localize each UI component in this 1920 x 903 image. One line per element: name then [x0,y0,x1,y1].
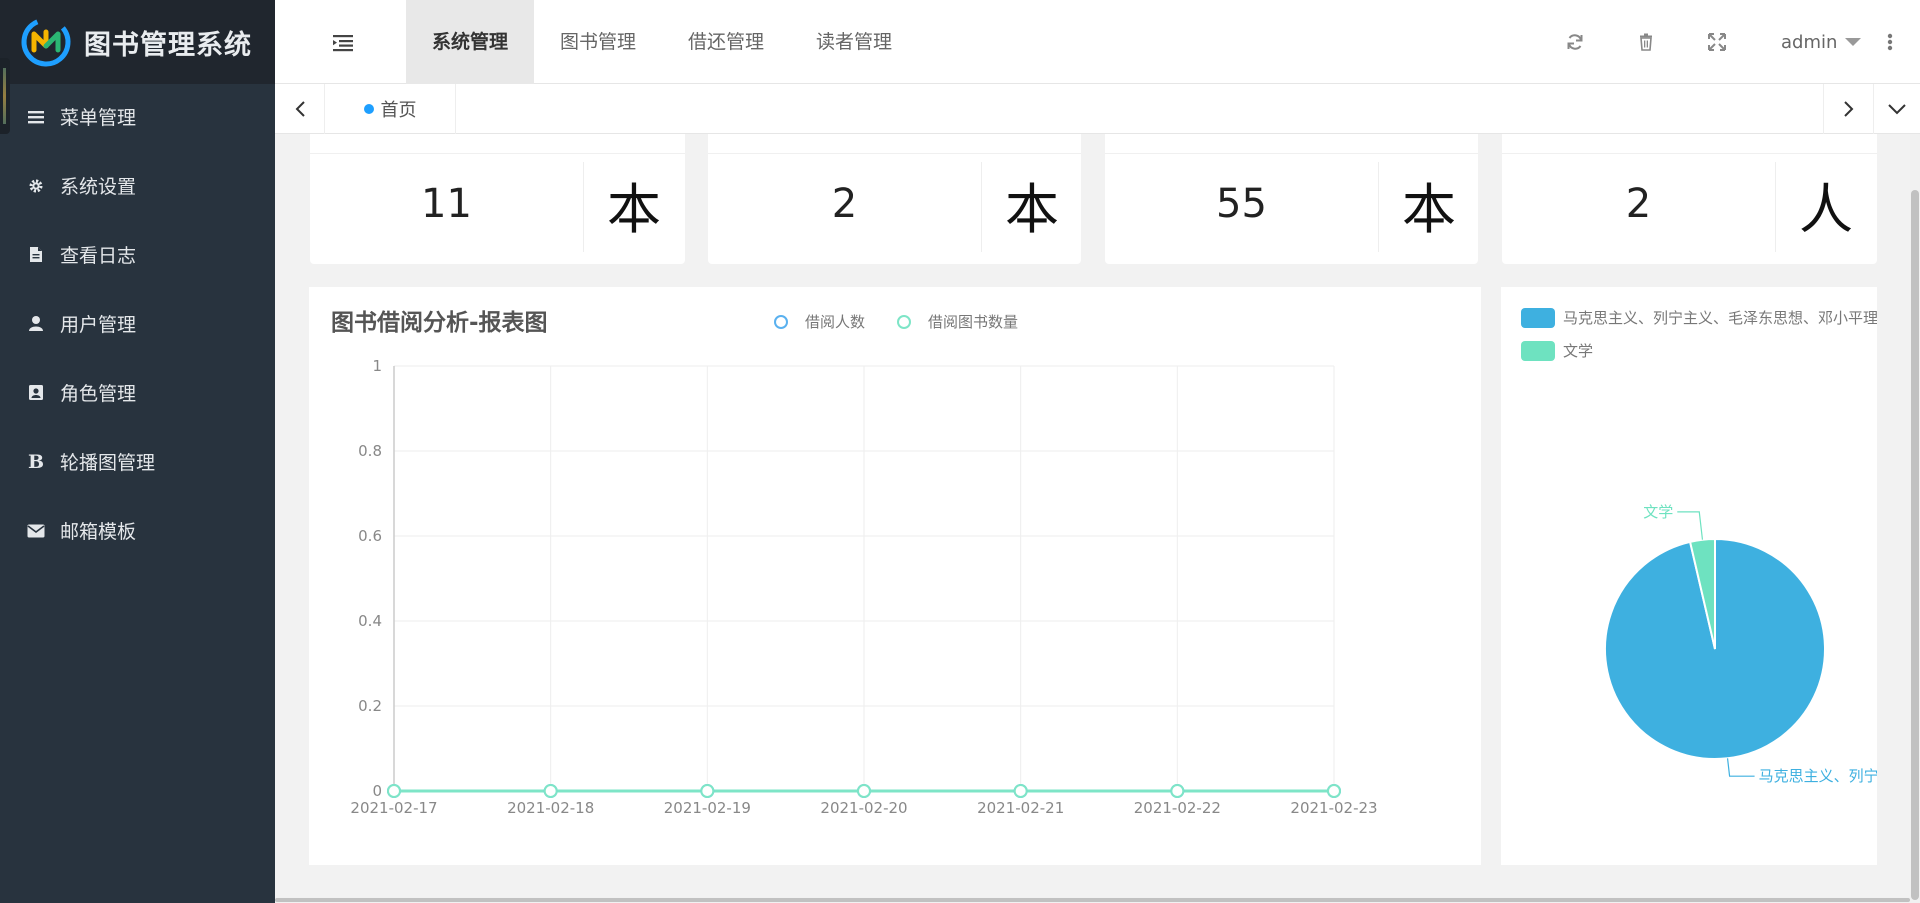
username: admin [1781,31,1838,53]
main-content: 11 本 2 本 55 本 2 人 图书借阅分析-报表图 借阅人数 借阅图书数量… [275,134,1920,903]
stat-card: 55 本 [1105,134,1478,264]
tab-scroll-left-button[interactable] [275,84,325,134]
stat-value: 2 [831,181,858,227]
sidebar: 图书管理系统 菜单管理 系统设置 查看日志 用户管理 角色管理 B 轮播图管理 … [0,0,275,903]
scrollbar-thumb[interactable] [275,898,1910,902]
stat-unit: 人 [1799,177,1853,241]
user-icon [26,314,46,334]
sidebar-item-label: 菜单管理 [60,107,137,129]
chevron-down-icon [1845,38,1862,46]
page-tab-bar: 首页 [275,84,1920,134]
bold-b-icon: B [27,450,45,473]
chevron-right-icon [1843,101,1853,117]
top-header: 系统管理 图书管理 借还管理 读者管理 admin [275,0,1920,84]
stat-card-header [708,134,1081,154]
sidebar-item-label: 查看日志 [60,245,137,267]
y-tick-label: 0.4 [358,612,382,630]
data-point [857,784,871,798]
stat-card: 2 本 [708,134,1081,264]
horizontal-scrollbar[interactable] [275,897,1910,903]
category-pie-chart: 马克思主义、列宁主义、毛泽东思想、邓小平理论 文学 马克思主义、列宁主义、毛泽东… [1501,287,1877,865]
top-nav-tabs: 系统管理 图书管理 借还管理 读者管理 [406,0,918,84]
y-tick-label: 1 [372,357,382,375]
pie-label-leader [1726,758,1755,777]
x-tick-label: 2021-02-21 [977,799,1064,817]
pie-slice-label: 马克思主义、列宁主义、毛泽东思想、邓小平理论 [1759,767,1877,785]
refresh-icon[interactable] [1565,32,1585,52]
stat-value: 2 [1625,181,1652,227]
y-tick-label: 0.6 [358,527,382,545]
data-point [1013,784,1028,798]
sidebar-item-label: 轮播图管理 [60,452,156,474]
pie-label-leader [1677,511,1704,540]
sidebar-item-label: 角色管理 [60,383,137,405]
tab-reader-management[interactable]: 读者管理 [790,0,918,84]
sidebar-item-label: 系统设置 [60,176,137,198]
stat-unit: 本 [607,177,661,241]
stat-card: 11 本 [310,134,685,264]
stat-unit: 本 [1402,177,1456,241]
active-dot-icon [363,104,374,114]
sidebar-toggle-icon[interactable] [330,30,356,54]
stat-value: 11 [421,181,472,227]
sidebar-item-view-logs[interactable]: 查看日志 [0,220,275,289]
sidebar-item-label: 邮箱模板 [60,521,137,543]
sidebar-item-carousel-management[interactable]: B 轮播图管理 [0,427,275,496]
borrow-analysis-chart: 图书借阅分析-报表图 借阅人数 借阅图书数量 0 0.2 0.4 0.6 0.8 1 202… [309,287,1481,865]
data-point [700,784,715,798]
scrollbar-thumb[interactable] [1911,190,1919,900]
pie-slice-label: 文学 [1643,503,1673,521]
sidebar-item-system-settings[interactable]: 系统设置 [0,151,275,220]
y-tick-label: 0.2 [358,697,382,715]
sidebar-item-email-template[interactable]: 邮箱模板 [0,496,275,565]
sidebar-menu: 菜单管理 系统设置 查看日志 用户管理 角色管理 B 轮播图管理 邮箱模板 [0,82,275,565]
x-tick-label: 2021-02-17 [350,799,437,817]
list-icon [26,107,46,127]
sidebar-item-user-management[interactable]: 用户管理 [0,289,275,358]
contact-card-icon [26,383,46,403]
data-point [1327,784,1341,798]
tab-home[interactable]: 首页 [325,84,456,134]
data-point [1170,784,1185,798]
y-tick-label: 0.8 [358,442,382,460]
stat-card-header [310,134,685,154]
file-icon [26,245,46,265]
gear-icon [26,176,46,196]
tab-borrow-return-management[interactable]: 借还管理 [662,0,790,84]
more-vertical-icon[interactable] [1886,30,1894,54]
data-point [543,784,558,798]
pie-chart-svg: 马克思主义、列宁主义、毛泽东思想、邓小平理论 文学 [1604,503,1877,785]
tab-system-management[interactable]: 系统管理 [406,0,535,84]
vertical-scrollbar[interactable] [1910,134,1920,903]
data-point [387,784,401,798]
x-tick-label: 2021-02-18 [507,799,594,817]
user-menu[interactable]: admin [1781,28,1862,56]
tab-home-label: 首页 [380,100,417,121]
x-tick-label: 2021-02-19 [664,799,751,817]
chevron-left-icon [295,101,305,117]
tab-scroll-right-button[interactable] [1823,84,1873,134]
x-tick-label: 2021-02-22 [1134,799,1221,817]
stat-card: 2 人 [1502,134,1877,264]
line-chart-svg: 0 0.2 0.4 0.6 0.8 1 2021-02-17 2021-02-18 2021-0… [350,357,1377,817]
stat-card-header [1502,134,1877,154]
sidebar-item-role-management[interactable]: 角色管理 [0,358,275,427]
trash-icon[interactable] [1636,32,1656,52]
stat-unit: 本 [1005,177,1059,241]
tab-options-button[interactable] [1873,84,1920,134]
x-tick-label: 2021-02-23 [1290,799,1377,817]
fullscreen-icon[interactable] [1707,32,1727,52]
stat-card-header [1105,134,1478,154]
chevron-down-icon [1888,104,1906,115]
envelope-icon [26,521,46,541]
x-tick-label: 2021-02-20 [820,799,907,817]
stat-value: 55 [1216,181,1267,227]
y-tick-label: 0 [372,782,382,800]
sidebar-item-label: 用户管理 [60,314,137,336]
sidebar-item-menu-management[interactable]: 菜单管理 [0,82,275,151]
tab-book-management[interactable]: 图书管理 [534,0,662,84]
